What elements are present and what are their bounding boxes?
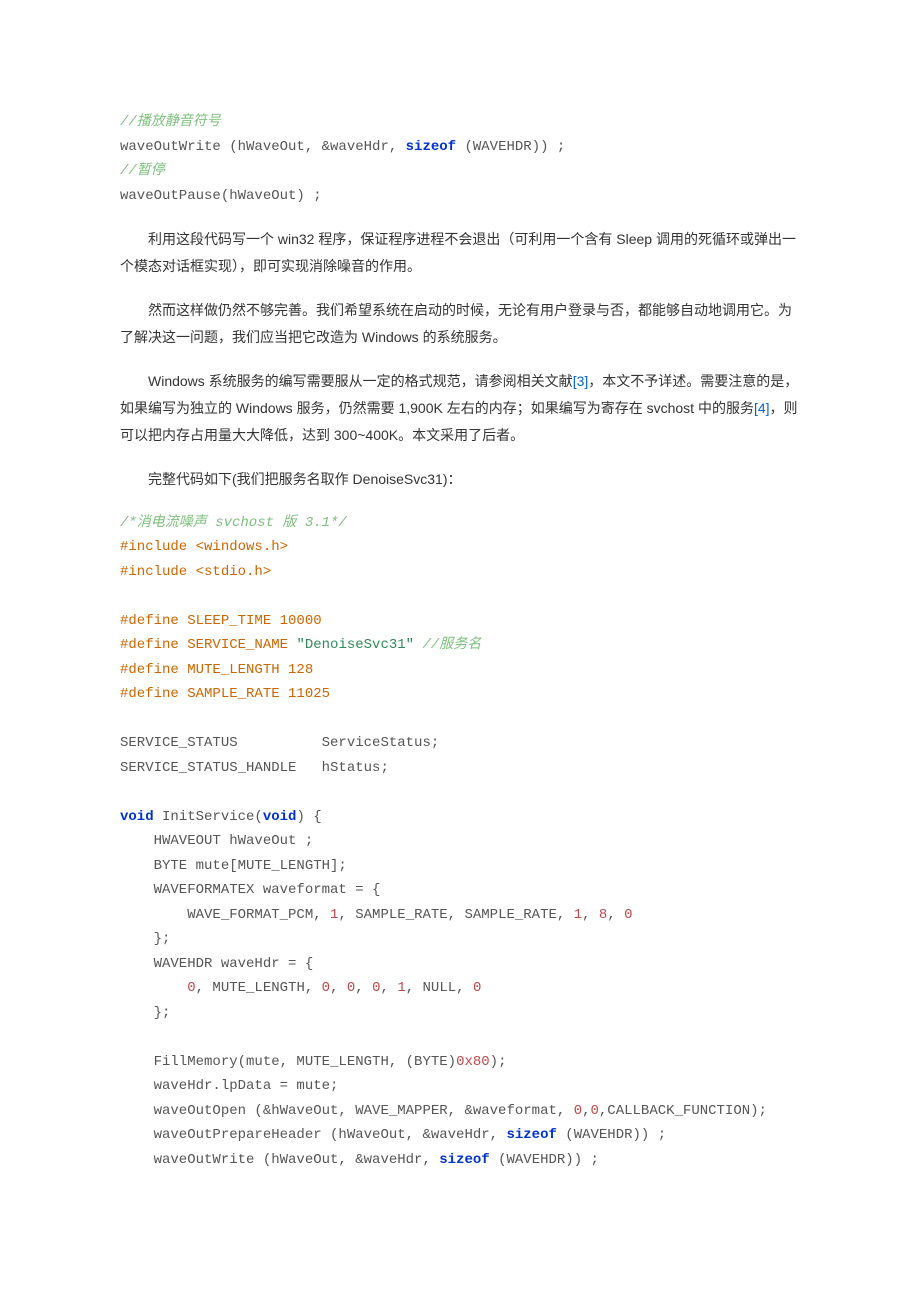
code-number: 0 [322, 980, 330, 996]
paragraph-4: 完整代码如下(我们把服务名取作 DenoiseSvc31)： [120, 466, 800, 493]
code-line: }; [120, 1005, 170, 1021]
paragraph-3: Windows 系统服务的编写需要服从一定的格式规范，请参阅相关文献[3]，本文… [120, 368, 800, 448]
code-line: waveOutWrite (hWaveOut, &waveHdr, [120, 1152, 439, 1168]
code-keyword: sizeof [406, 139, 456, 155]
code-line: ) { [296, 809, 321, 825]
code-preproc: #define SERVICE_NAME [120, 637, 296, 653]
code-keyword: sizeof [439, 1152, 489, 1168]
reference-link-3[interactable]: [3] [573, 373, 589, 389]
code-line: WAVEFORMATEX waveformat = { [120, 882, 380, 898]
code-keyword: sizeof [506, 1127, 556, 1143]
code-line: , SAMPLE_RATE, SAMPLE_RATE, [338, 907, 573, 923]
code-line: (WAVEHDR)) ; [456, 139, 565, 155]
code-line: BYTE mute[MUTE_LENGTH]; [120, 858, 347, 874]
code-number: 0 [372, 980, 380, 996]
code-comment: //播放静音符号 [120, 114, 221, 130]
code-line: (WAVEHDR)) ; [557, 1127, 666, 1143]
code-line: waveOutPause(hWaveOut) ; [120, 188, 322, 204]
code-line: , [330, 980, 347, 996]
code-line: WAVEHDR waveHdr = { [120, 956, 313, 972]
code-preproc: #include <windows.h> [120, 539, 288, 555]
code-line: waveOutPrepareHeader (hWaveOut, &waveHdr… [120, 1127, 506, 1143]
code-line: , [582, 1103, 590, 1119]
code-line: , [607, 907, 624, 923]
code-comment: //服务名 [414, 637, 481, 653]
paragraph-text: Windows 系统服务的编写需要服从一定的格式规范，请参阅相关文献 [148, 373, 573, 389]
code-line: , NULL, [406, 980, 473, 996]
code-number: 0x80 [456, 1054, 490, 1070]
code-line: , [582, 907, 599, 923]
reference-link-4[interactable]: [4] [754, 400, 770, 416]
code-snippet-1: //播放静音符号 waveOutWrite (hWaveOut, &waveHd… [120, 110, 800, 208]
code-comment: /*消电流噪声 svchost 版 3.1*/ [120, 515, 347, 531]
code-line: ,CALLBACK_FUNCTION); [599, 1103, 767, 1119]
code-number: 0 [624, 907, 632, 923]
document-page: //播放静音符号 waveOutWrite (hWaveOut, &waveHd… [0, 0, 920, 1302]
code-snippet-2: /*消电流噪声 svchost 版 3.1*/ #include <window… [120, 511, 800, 1173]
code-string: "DenoiseSvc31" [296, 637, 414, 653]
code-line: HWAVEOUT hWaveOut ; [120, 833, 313, 849]
code-preproc: #include <stdio.h> [120, 564, 271, 580]
code-number: 0 [574, 1103, 582, 1119]
code-preproc: #define SLEEP_TIME 10000 [120, 613, 322, 629]
code-line: }; [120, 931, 170, 947]
code-number: 0 [591, 1103, 599, 1119]
code-line: , [355, 980, 372, 996]
paragraph-2: 然而这样做仍然不够完善。我们希望系统在启动的时候，无论有用户登录与否，都能够自动… [120, 297, 800, 350]
code-line: SERVICE_STATUS_HANDLE hStatus; [120, 760, 389, 776]
code-number: 0 [473, 980, 481, 996]
code-line: waveOutOpen (&hWaveOut, WAVE_MAPPER, &wa… [120, 1103, 574, 1119]
code-line: FillMemory(mute, MUTE_LENGTH, (BYTE) [120, 1054, 456, 1070]
code-keyword: void [263, 809, 297, 825]
paragraph-1: 利用这段代码写一个 win32 程序，保证程序进程不会退出（可利用一个含有 Sl… [120, 226, 800, 279]
code-line: (WAVEHDR)) ; [490, 1152, 599, 1168]
code-line: , [381, 980, 398, 996]
code-preproc: #define SAMPLE_RATE 11025 [120, 686, 330, 702]
code-line: SERVICE_STATUS ServiceStatus; [120, 735, 439, 751]
code-line: waveHdr.lpData = mute; [120, 1078, 338, 1094]
code-number: 1 [574, 907, 582, 923]
code-line: waveOutWrite (hWaveOut, &waveHdr, [120, 139, 406, 155]
code-line: InitService( [154, 809, 263, 825]
code-keyword: void [120, 809, 154, 825]
code-number: 0 [187, 980, 195, 996]
code-line [120, 980, 187, 996]
code-line: WAVE_FORMAT_PCM, [120, 907, 330, 923]
code-comment: //暂停 [120, 163, 165, 179]
code-preproc: #define MUTE_LENGTH 128 [120, 662, 313, 678]
code-number: 1 [397, 980, 405, 996]
code-line: , MUTE_LENGTH, [196, 980, 322, 996]
code-line: ); [490, 1054, 507, 1070]
